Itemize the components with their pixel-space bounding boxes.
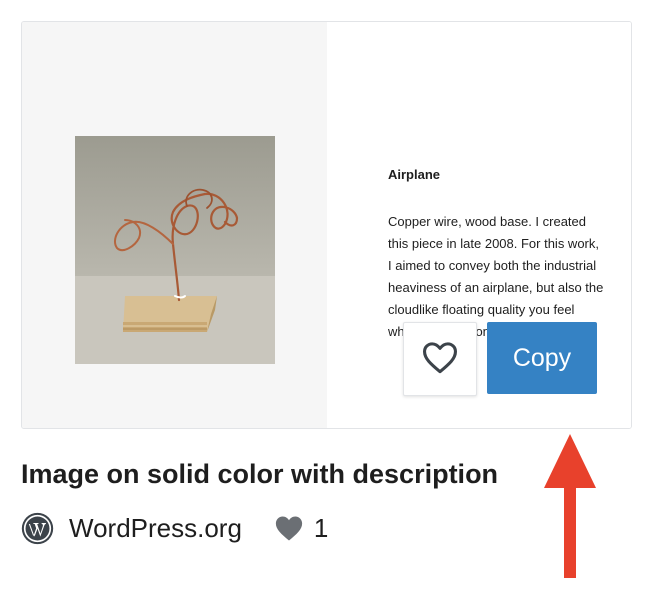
sculpture-photo xyxy=(75,136,275,364)
preview-image-panel xyxy=(22,22,327,428)
like-count: 1 xyxy=(313,512,329,543)
pattern-author-link[interactable]: WordPress.org xyxy=(69,513,242,544)
favorite-button[interactable] xyxy=(403,322,477,396)
red-up-arrow-icon xyxy=(540,432,600,580)
like-count-group: 1 xyxy=(274,513,328,544)
pattern-meta: WordPress.org 1 xyxy=(21,510,328,546)
wordpress-logo-icon xyxy=(21,512,54,545)
heart-icon xyxy=(274,514,304,542)
copy-button[interactable]: Copy xyxy=(487,322,597,394)
preview-item-title: Airplane xyxy=(388,167,441,182)
pattern-title[interactable]: Image on solid color with description xyxy=(21,459,498,490)
heart-outline-icon xyxy=(421,340,459,379)
